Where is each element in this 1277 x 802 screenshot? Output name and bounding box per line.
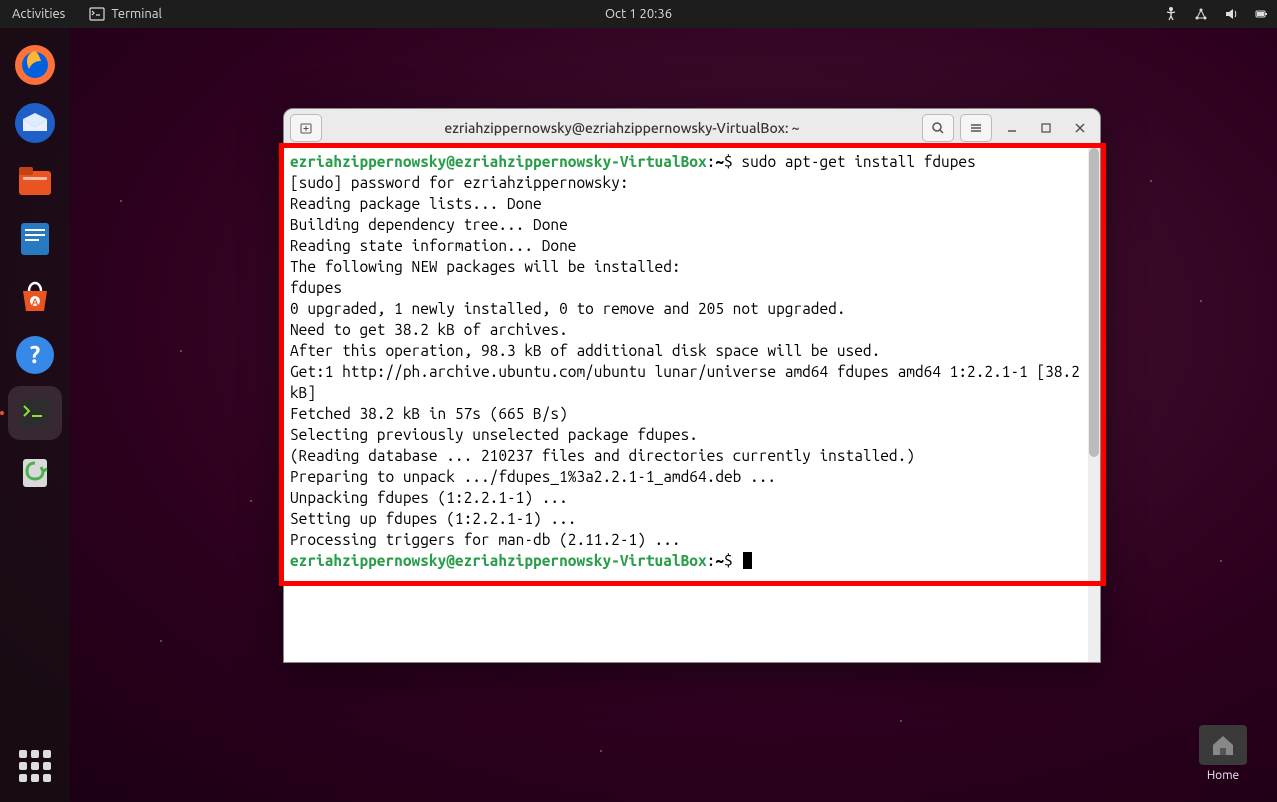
minimize-icon	[1006, 122, 1018, 134]
terminal-line: The following NEW packages will be insta…	[290, 256, 1094, 277]
dock-terminal[interactable]	[8, 386, 62, 440]
network-icon[interactable]	[1193, 6, 1209, 22]
dock-firefox[interactable]	[8, 38, 62, 92]
terminal-line: (Reading database ... 210237 files and d…	[290, 445, 1094, 466]
home-folder-icon	[1199, 725, 1247, 765]
dock-files[interactable]	[8, 154, 62, 208]
terminal-scrollbar[interactable]	[1088, 147, 1100, 662]
window-title: ezriahzippernowsky@ezriahzippernowsky-Vi…	[328, 120, 916, 136]
terminal-line: fdupes	[290, 277, 1094, 298]
hamburger-icon	[969, 121, 983, 135]
volume-icon[interactable]	[1223, 6, 1239, 22]
active-app-label: Terminal	[111, 7, 162, 21]
terminal-icon	[89, 6, 105, 22]
terminal-line: Setting up fdupes (1:2.2.1-1) ...	[290, 508, 1094, 529]
accessibility-icon[interactable]	[1163, 6, 1179, 22]
dock-help[interactable]: ?	[8, 328, 62, 382]
maximize-button[interactable]	[1032, 114, 1060, 142]
terminal-line: Reading state information... Done	[290, 235, 1094, 256]
cursor	[743, 552, 752, 569]
terminal-line: Preparing to unpack .../fdupes_1%3a2.2.1…	[290, 466, 1094, 487]
menu-button[interactable]	[960, 114, 992, 142]
terminal-output[interactable]: ezriahzippernowsky@ezriahzippernowsky-Vi…	[284, 147, 1100, 662]
search-button[interactable]	[922, 114, 954, 142]
terminal-line: Unpacking fdupes (1:2.2.1-1) ...	[290, 487, 1094, 508]
new-tab-button[interactable]	[290, 114, 322, 142]
power-icon[interactable]	[1253, 6, 1269, 22]
clock[interactable]: Oct 1 20:36	[605, 7, 672, 21]
terminal-line: Get:1 http://ph.archive.ubuntu.com/ubunt…	[290, 361, 1094, 403]
maximize-icon	[1040, 122, 1052, 134]
terminal-line: Building dependency tree... Done	[290, 214, 1094, 235]
desktop-home-label: Home	[1207, 769, 1239, 782]
prompt-user: ezriahzippernowsky@ezriahzippernowsky-Vi…	[290, 153, 707, 170]
dock: A ?	[0, 28, 70, 802]
terminal-line: Processing triggers for man-db (2.11.2-1…	[290, 529, 1094, 550]
minimize-button[interactable]	[998, 114, 1026, 142]
show-applications-button[interactable]	[11, 742, 59, 790]
close-icon	[1074, 122, 1086, 134]
terminal-window: ezriahzippernowsky@ezriahzippernowsky-Vi…	[283, 108, 1101, 663]
terminal-line: After this operation, 98.3 kB of additio…	[290, 340, 1094, 361]
dock-thunderbird[interactable]	[8, 96, 62, 150]
terminal-line: Fetched 38.2 kB in 57s (665 B/s)	[290, 403, 1094, 424]
terminal-line: Selecting previously unselected package …	[290, 424, 1094, 445]
terminal-line: Need to get 38.2 kB of archives.	[290, 319, 1094, 340]
desktop-home-folder[interactable]: Home	[1199, 725, 1247, 782]
activities-button[interactable]: Activities	[8, 5, 69, 23]
dock-writer[interactable]	[8, 212, 62, 266]
terminal-line: 0 upgraded, 1 newly installed, 0 to remo…	[290, 298, 1094, 319]
scrollbar-thumb[interactable]	[1089, 148, 1099, 457]
search-icon	[931, 121, 945, 135]
dock-software[interactable]: A	[8, 270, 62, 324]
active-app-indicator[interactable]: Terminal	[85, 4, 166, 24]
prompt-user: ezriahzippernowsky@ezriahzippernowsky-Vi…	[290, 552, 707, 569]
terminal-line: [sudo] password for ezriahzippernowsky:	[290, 172, 1094, 193]
new-tab-icon	[299, 121, 313, 135]
dock-trash[interactable]	[8, 444, 62, 498]
terminal-line: Reading package lists... Done	[290, 193, 1094, 214]
top-bar: Activities Terminal Oct 1 20:36	[0, 0, 1277, 28]
window-titlebar[interactable]: ezriahzippernowsky@ezriahzippernowsky-Vi…	[284, 109, 1100, 147]
svg-text:?: ?	[30, 341, 41, 368]
command-text: sudo apt-get install fdupes	[733, 153, 976, 170]
close-button[interactable]	[1066, 114, 1094, 142]
svg-text:A: A	[32, 297, 39, 307]
